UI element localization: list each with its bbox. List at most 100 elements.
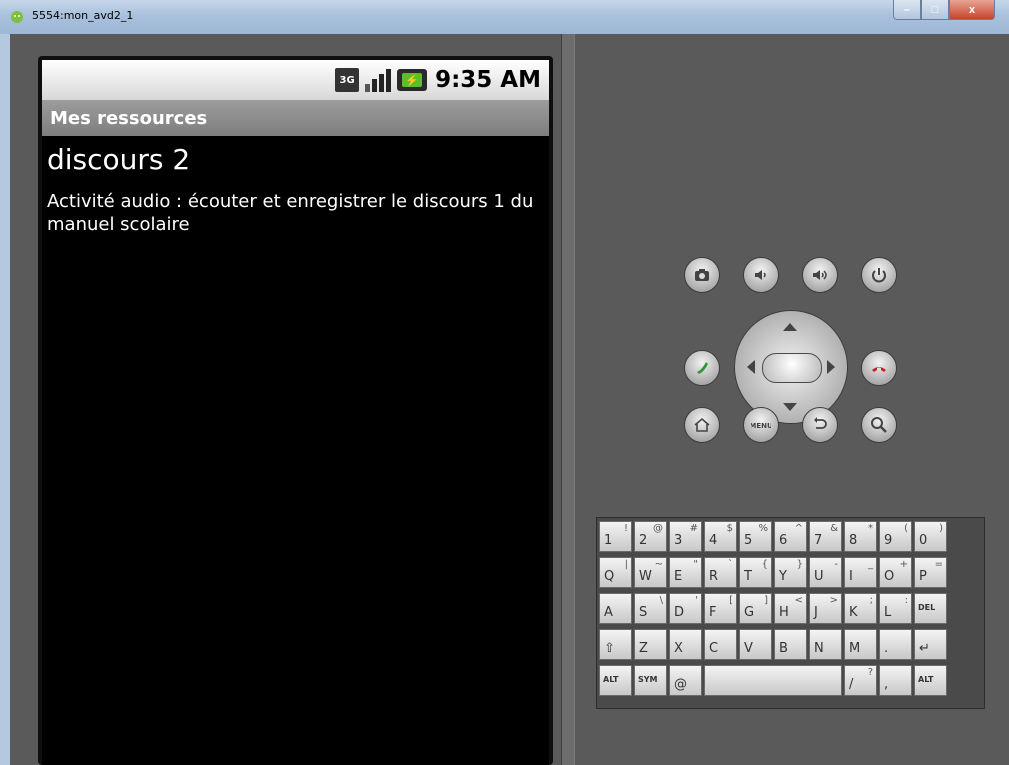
key-.[interactable]: . xyxy=(879,629,912,660)
key-label: G xyxy=(744,605,755,620)
key-label: B xyxy=(779,641,788,656)
key-alt[interactable]: ALT xyxy=(914,665,947,696)
key-label: U xyxy=(814,569,824,584)
key-label: F xyxy=(709,605,717,620)
key-m[interactable]: M xyxy=(844,629,877,660)
end-call-button[interactable] xyxy=(861,350,897,386)
volume-up-button[interactable] xyxy=(802,257,838,293)
key-e[interactable]: E " xyxy=(669,557,702,588)
key-alt-label: [ xyxy=(729,595,733,606)
key-label: 5 xyxy=(744,533,753,548)
key-g[interactable]: G] xyxy=(739,593,772,624)
key-l[interactable]: L: xyxy=(879,593,912,624)
android-icon xyxy=(11,11,23,23)
key-z[interactable]: Z xyxy=(634,629,667,660)
key-label: @ xyxy=(674,677,687,692)
key-/[interactable]: /? xyxy=(844,665,877,696)
dpad-down-arrow-icon[interactable] xyxy=(783,403,797,411)
key-label: L xyxy=(884,605,892,620)
maximize-button[interactable]: □ xyxy=(921,0,949,20)
key-1[interactable]: 1! xyxy=(599,521,632,552)
status-bar[interactable]: 3G ⚡ 9:35 AM xyxy=(42,60,549,100)
key-alt-label: ~ xyxy=(654,559,663,570)
key-del[interactable]: DEL xyxy=(914,593,947,624)
minimize-button[interactable]: – xyxy=(893,0,921,20)
resource-title: discours 2 xyxy=(47,143,191,176)
key-↵[interactable]: ↵ xyxy=(914,629,947,660)
key-t[interactable]: T{ xyxy=(739,557,772,588)
key-label: K xyxy=(849,605,858,620)
key-label: 7 xyxy=(814,533,823,548)
key-r[interactable]: R ` xyxy=(704,557,737,588)
key-u[interactable]: U- xyxy=(809,557,842,588)
key-space[interactable] xyxy=(704,665,842,696)
key-alt[interactable]: ALT xyxy=(599,665,632,696)
key-5[interactable]: 5% xyxy=(739,521,772,552)
call-button[interactable] xyxy=(684,350,720,386)
key-alt-label: : xyxy=(904,595,908,606)
key-label: Q xyxy=(604,569,615,584)
key-0[interactable]: 0) xyxy=(914,521,947,552)
power-button[interactable] xyxy=(861,257,897,293)
dpad-right-arrow-icon[interactable] xyxy=(827,360,835,374)
key-6[interactable]: 6 ^ xyxy=(774,521,807,552)
key-q[interactable]: Q | xyxy=(599,557,632,588)
key-alt-label: < xyxy=(794,595,803,606)
key-alt-label: > xyxy=(829,595,838,606)
close-button[interactable]: x xyxy=(949,0,995,20)
key-alt-label: * xyxy=(868,523,873,534)
dpad[interactable] xyxy=(734,310,848,424)
dpad-up-arrow-icon[interactable] xyxy=(783,323,797,331)
window-controls: – □ x xyxy=(893,0,995,20)
key-label: SYM xyxy=(638,675,658,684)
key-label: 8 xyxy=(849,533,858,548)
window-frame xyxy=(0,34,10,765)
key-alt-label: ] xyxy=(764,595,768,606)
camera-button[interactable] xyxy=(684,257,720,293)
key-alt-label: { xyxy=(761,559,768,570)
key-y[interactable]: Y} xyxy=(774,557,807,588)
key-h[interactable]: H < xyxy=(774,593,807,624)
key-alt-label: \ xyxy=(659,595,663,606)
key-@[interactable]: @ xyxy=(669,665,702,696)
key-4[interactable]: 4 $ xyxy=(704,521,737,552)
key-d[interactable]: D ' xyxy=(669,593,702,624)
key-f[interactable]: F[ xyxy=(704,593,737,624)
key-⇧[interactable]: ⇧ xyxy=(599,629,632,660)
back-button[interactable] xyxy=(802,407,838,443)
key-label: DEL xyxy=(918,603,936,612)
key-label: S xyxy=(639,605,648,620)
device-screen[interactable]: 3G ⚡ 9:35 AM Mes ressources discours 2 A… xyxy=(42,60,549,765)
home-button[interactable] xyxy=(684,407,720,443)
menu-button[interactable]: MENU xyxy=(743,407,779,443)
key-9[interactable]: 9( xyxy=(879,521,912,552)
key-v[interactable]: V xyxy=(739,629,772,660)
key-w[interactable]: W ~ xyxy=(634,557,667,588)
key-n[interactable]: N xyxy=(809,629,842,660)
key-7[interactable]: 7 & xyxy=(809,521,842,552)
key-p[interactable]: P = xyxy=(914,557,947,588)
key-c[interactable]: C xyxy=(704,629,737,660)
key-o[interactable]: O + xyxy=(879,557,912,588)
key-label: H xyxy=(779,605,789,620)
key-s[interactable]: S \ xyxy=(634,593,667,624)
volume-up-icon xyxy=(813,270,827,280)
key-a[interactable]: A xyxy=(599,593,632,624)
key-k[interactable]: K; xyxy=(844,593,877,624)
key-label: Y xyxy=(779,569,787,584)
key-,[interactable]: , xyxy=(879,665,912,696)
dpad-center-button[interactable] xyxy=(762,353,822,383)
key-alt-label: } xyxy=(796,559,803,570)
key-sym[interactable]: SYM xyxy=(634,665,667,696)
key-8[interactable]: 8 * xyxy=(844,521,877,552)
key-j[interactable]: J > xyxy=(809,593,842,624)
volume-down-button[interactable] xyxy=(743,257,779,293)
window-titlebar: 5554:mon_avd2_1 – □ x xyxy=(0,0,1009,34)
key-2[interactable]: 2 @ xyxy=(634,521,667,552)
dpad-left-arrow-icon[interactable] xyxy=(747,360,755,374)
search-button[interactable] xyxy=(861,407,897,443)
key-3[interactable]: 3 # xyxy=(669,521,702,552)
key-i[interactable]: I _ xyxy=(844,557,877,588)
key-b[interactable]: B xyxy=(774,629,807,660)
key-x[interactable]: X xyxy=(669,629,702,660)
